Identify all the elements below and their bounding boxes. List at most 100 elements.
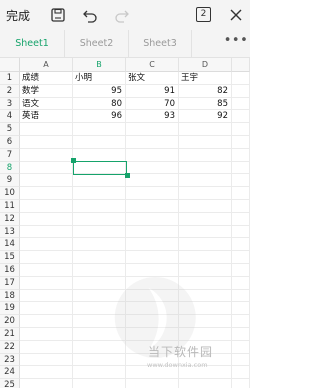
cell-a15[interactable] — [20, 251, 73, 264]
cell-b4[interactable]: 96 — [73, 110, 126, 124]
row-header-10[interactable]: 10 — [0, 187, 20, 200]
cell-c7[interactable] — [126, 148, 179, 162]
tab-sheet3[interactable]: Sheet3 — [128, 30, 192, 58]
row-header-17[interactable]: 17 — [0, 276, 20, 290]
cell-e5[interactable] — [232, 123, 250, 136]
cell-a1[interactable]: 成绩 — [20, 72, 73, 85]
cell-e7[interactable] — [232, 148, 250, 162]
cell-c8[interactable] — [126, 161, 179, 175]
cell-d10[interactable] — [179, 187, 232, 200]
selection-handle-top-left[interactable] — [70, 158, 76, 164]
row-header-2[interactable]: 2 — [0, 84, 20, 98]
tab-sheet2[interactable]: Sheet2 — [64, 30, 128, 58]
cell-c5[interactable] — [126, 123, 179, 136]
cell-a23[interactable] — [20, 353, 73, 367]
cell-e6[interactable] — [232, 136, 250, 149]
cell-a18[interactable] — [20, 289, 73, 303]
cell-d2[interactable]: 82 — [179, 84, 232, 98]
cell-b6[interactable] — [73, 136, 126, 149]
cell-a4[interactable]: 英语 — [20, 110, 73, 124]
cell-e13[interactable] — [232, 225, 250, 239]
row-header-20[interactable]: 20 — [0, 315, 20, 328]
cell-d6[interactable] — [179, 136, 232, 149]
row-header-19[interactable]: 19 — [0, 302, 20, 316]
cell-b2[interactable]: 95 — [73, 84, 126, 98]
cell-d13[interactable] — [179, 225, 232, 239]
close-icon[interactable] — [228, 7, 244, 23]
row-header-25[interactable]: 25 — [0, 379, 20, 388]
cell-d7[interactable] — [179, 148, 232, 162]
row-header-9[interactable]: 9 — [0, 174, 20, 188]
cell-e2[interactable] — [232, 84, 250, 98]
cell-e8[interactable] — [232, 161, 250, 175]
cell-a3[interactable]: 语文 — [20, 97, 73, 111]
column-header-b[interactable]: B — [73, 58, 126, 72]
cell-a9[interactable] — [20, 174, 73, 188]
row-header-7[interactable]: 7 — [0, 148, 20, 162]
row-header-22[interactable]: 22 — [0, 340, 20, 354]
cell-c12[interactable] — [126, 212, 179, 226]
cell-a7[interactable] — [20, 148, 73, 162]
tab-sheet1[interactable]: Sheet1 — [0, 30, 64, 58]
cell-a11[interactable] — [20, 200, 73, 213]
cell-a19[interactable] — [20, 302, 73, 316]
cell-e9[interactable] — [232, 174, 250, 188]
cell-d5[interactable] — [179, 123, 232, 136]
cell-c11[interactable] — [126, 200, 179, 213]
row-header-4[interactable]: 4 — [0, 110, 20, 124]
cell-a6[interactable] — [20, 136, 73, 149]
row-header-21[interactable]: 21 — [0, 328, 20, 341]
cell-a5[interactable] — [20, 123, 73, 136]
cell-d9[interactable] — [179, 174, 232, 188]
cell-b3[interactable]: 80 — [73, 97, 126, 111]
cell-a16[interactable] — [20, 264, 73, 277]
cell-d3[interactable]: 85 — [179, 97, 232, 111]
row-header-24[interactable]: 24 — [0, 366, 20, 380]
redo-icon[interactable] — [114, 7, 130, 23]
column-header-a[interactable]: A — [20, 58, 73, 72]
cell-c2[interactable]: 91 — [126, 84, 179, 98]
done-button[interactable]: 完成 — [6, 7, 30, 24]
cell-e11[interactable] — [232, 200, 250, 213]
row-header-15[interactable]: 15 — [0, 251, 20, 264]
cell-a25[interactable] — [20, 379, 73, 388]
row-header-18[interactable]: 18 — [0, 289, 20, 303]
cell-d11[interactable] — [179, 200, 232, 213]
cell-c3[interactable]: 70 — [126, 97, 179, 111]
cell-c9[interactable] — [126, 174, 179, 188]
cell-e4[interactable] — [232, 110, 250, 124]
cell-c10[interactable] — [126, 187, 179, 200]
row-header-6[interactable]: 6 — [0, 136, 20, 149]
cell-d4[interactable]: 92 — [179, 110, 232, 124]
cell-e3[interactable] — [232, 97, 250, 111]
row-header-5[interactable]: 5 — [0, 123, 20, 136]
cell-a17[interactable] — [20, 276, 73, 290]
row-header-12[interactable]: 12 — [0, 212, 20, 226]
select-all-corner[interactable] — [0, 58, 20, 72]
column-header-c[interactable]: C — [126, 58, 179, 72]
cell-a2[interactable]: 数学 — [20, 84, 73, 98]
cell-a22[interactable] — [20, 340, 73, 354]
save-icon[interactable] — [50, 7, 66, 23]
cell-a24[interactable] — [20, 366, 73, 380]
row-header-1[interactable]: 1 — [0, 72, 20, 85]
row-header-8[interactable]: 8 — [0, 161, 20, 175]
cell-d1[interactable]: 王宇 — [179, 72, 232, 85]
selection-handle-bottom-right[interactable] — [124, 172, 130, 178]
cell-selection-box[interactable] — [73, 160, 127, 176]
row-header-23[interactable]: 23 — [0, 353, 20, 367]
cell-c4[interactable]: 93 — [126, 110, 179, 124]
cell-a8[interactable] — [20, 161, 73, 175]
cell-a10[interactable] — [20, 187, 73, 200]
cell-e1[interactable] — [232, 72, 250, 85]
undo-icon[interactable] — [82, 7, 98, 23]
row-header-16[interactable]: 16 — [0, 264, 20, 277]
cell-a12[interactable] — [20, 212, 73, 226]
row-header-11[interactable]: 11 — [0, 200, 20, 213]
cell-b13[interactable] — [73, 225, 126, 239]
cell-d12[interactable] — [179, 212, 232, 226]
cell-c13[interactable] — [126, 225, 179, 239]
cell-b11[interactable] — [73, 200, 126, 213]
cell-b12[interactable] — [73, 212, 126, 226]
cell-b10[interactable] — [73, 187, 126, 200]
